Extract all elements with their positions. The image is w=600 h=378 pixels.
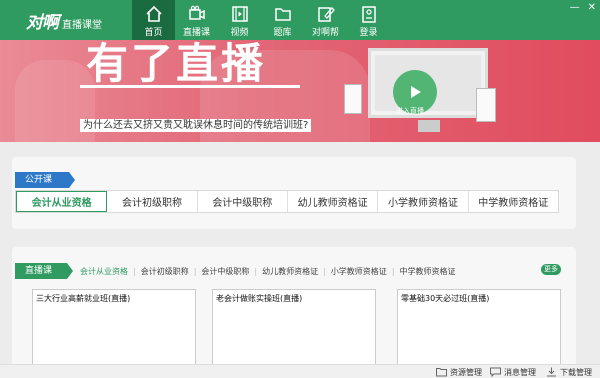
resource-manager-button[interactable]: 资源管理 [436,365,482,378]
window-controls: — ✕ [570,2,596,13]
course-card[interactable]: 老会计做账实操班(直播) [212,289,376,365]
nav-help[interactable]: 对啊帮 [304,0,347,40]
nav-question-bank-label: 题库 [273,28,292,38]
home-icon [145,5,162,22]
filter-accounting-junior[interactable]: 会计初级职称 [141,266,189,277]
course-card[interactable]: 三大行业高薪就业班(直播) [32,289,196,365]
filter-accounting-intermediate[interactable]: 会计中级职称 [201,266,249,277]
live-course-tag: 直播课 [15,263,73,279]
filter-separator: | [323,267,326,276]
download-icon [547,367,556,377]
open-course-tag: 公开课 [15,172,75,188]
brand-subtitle: 直播课堂 [62,20,102,31]
nav-question-bank[interactable]: 题库 [261,0,304,40]
banner-caption: 为什么还去又挤又贵又耽误休息时间的传统培训班? [80,119,312,132]
course-card[interactable]: 零基础30天必过班(直播) [397,289,561,365]
phone-illustration [476,88,496,122]
folder-icon [274,8,291,21]
open-course-tabs: 会计从业资格 会计初级职称 会计中级职称 幼儿教师资格证 小学教师资格证 中学教… [15,190,559,213]
course-title: 零基础30天必过班(直播) [401,294,490,303]
nav-login[interactable]: 登录 [347,0,390,40]
tab-accounting-junior[interactable]: 会计初级职称 [107,191,198,212]
enter-live-label: 进入直播 [396,107,424,115]
id-card-icon [361,6,376,23]
tablet-illustration [344,84,362,114]
edit-icon [317,7,335,22]
tab-secondary-teacher[interactable]: 中学教师资格证 [469,191,558,212]
banner-title: 有了直播 [86,39,267,88]
filter-separator: | [254,267,258,276]
live-course-filters: 会计从业资格 | 会计初级职称 | 会计中级职称 | 幼儿教师资格证 | 小学教… [80,266,456,277]
video-camera-icon [188,5,205,20]
message-manager-button[interactable]: 消息管理 [490,365,536,378]
tab-accounting-intermediate[interactable]: 会计中级职称 [198,191,288,212]
brand-logo-text: 对啊 [26,13,59,33]
filter-accounting-qualification[interactable]: 会计从业资格 [80,266,128,277]
tab-primary-teacher[interactable]: 小学教师资格证 [378,191,469,212]
filter-separator: | [133,267,136,276]
download-manager-button[interactable]: 下载管理 [546,365,592,378]
nav-help-label: 对啊帮 [311,28,339,38]
more-button[interactable]: 更多 [541,264,561,275]
minimize-button[interactable]: — [570,2,580,13]
folder-icon [436,368,447,377]
course-title: 老会计做账实操班(直播) [216,294,303,303]
filter-separator: | [391,267,395,276]
close-button[interactable]: ✕ [588,2,596,13]
banner-title-underline [80,85,300,88]
nav-login-label: 登录 [359,28,378,38]
tab-accounting-qualification[interactable]: 会计从业资格 [16,191,108,212]
tab-kindergarten-teacher[interactable]: 幼儿教师资格证 [288,191,379,212]
filter-kindergarten-teacher[interactable]: 幼儿教师资格证 [262,266,318,277]
resource-manager-label: 资源管理 [450,367,482,377]
status-bar: 资源管理 消息管理 下载管理 [0,364,600,378]
filter-separator: | [193,267,197,276]
film-icon [231,6,248,22]
play-icon [411,86,421,98]
filter-primary-teacher[interactable]: 小学教师资格证 [331,266,387,277]
download-manager-label: 下载管理 [560,367,592,377]
chat-bubble-icon [490,367,501,377]
monitor-stand [418,120,440,132]
message-manager-label: 消息管理 [504,367,536,377]
course-title: 三大行业高薪就业班(直播) [36,294,131,303]
filter-secondary-teacher[interactable]: 中学教师资格证 [400,266,456,277]
